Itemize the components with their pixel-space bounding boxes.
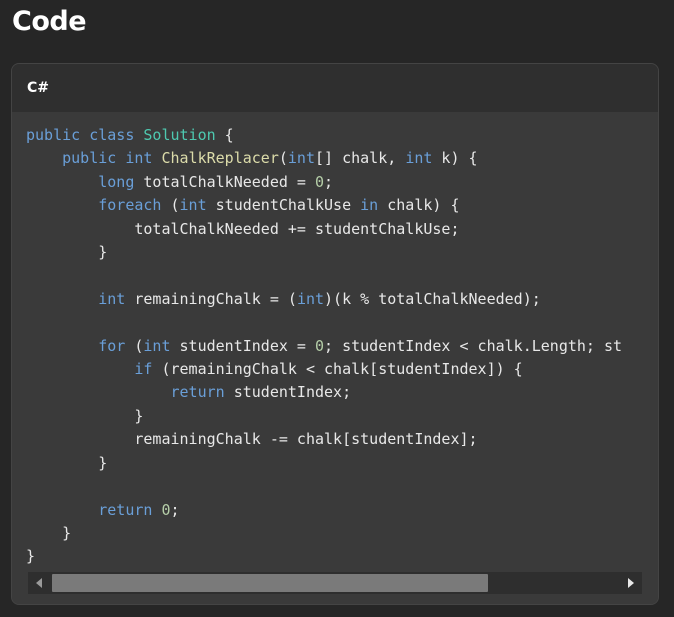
code-token: studentIndex = bbox=[170, 336, 315, 355]
code-token: int bbox=[143, 336, 171, 355]
code-token: int bbox=[98, 289, 126, 308]
code-line: if (remainingChalk < chalk[studentIndex]… bbox=[26, 360, 523, 379]
code-token: int bbox=[125, 149, 153, 168]
code-token: 0 bbox=[315, 336, 325, 355]
code-token: ; studentIndex < chalk.Length; st bbox=[324, 336, 623, 355]
code-token: ; bbox=[170, 500, 180, 519]
code-line: } bbox=[26, 524, 71, 542]
code-token: totalChalkNeeded += studentChalkUse; bbox=[26, 219, 460, 238]
code-token: ChalkReplacer bbox=[161, 149, 279, 168]
code-token: for bbox=[98, 336, 126, 355]
code-line: } bbox=[26, 407, 143, 425]
code-token: int bbox=[405, 149, 433, 168]
code-token: Solution bbox=[143, 126, 216, 144]
code-line: } bbox=[26, 454, 107, 472]
code-token: 0 bbox=[161, 500, 171, 519]
code-token: (remainingChalk < chalk[studentIndex]) { bbox=[152, 360, 523, 379]
code-token: class bbox=[89, 126, 135, 144]
code-token: } bbox=[26, 406, 144, 425]
code-token: remainingChalk -= chalk[studentIndex]; bbox=[26, 430, 478, 449]
code-content[interactable]: public class Solution { public int Chalk… bbox=[12, 112, 658, 569]
code-line: int remainingChalk = (int)(k % totalChal… bbox=[26, 290, 541, 308]
code-token: if bbox=[134, 360, 153, 379]
code-token: studentIndex; bbox=[224, 383, 352, 402]
code-line: return 0; bbox=[26, 500, 180, 519]
code-card: C# public class Solution { public int Ch… bbox=[11, 63, 659, 605]
scroll-right-icon bbox=[628, 578, 634, 588]
code-token: } bbox=[26, 523, 72, 542]
horizontal-scrollbar[interactable] bbox=[28, 572, 642, 594]
code-token: int bbox=[287, 149, 315, 168]
code-line: long totalChalkNeeded = 0; bbox=[26, 173, 333, 191]
scroll-left-button[interactable] bbox=[28, 572, 50, 594]
code-token: totalChalkNeeded = bbox=[134, 172, 315, 191]
code-token: )(k % totalChalkNeeded); bbox=[324, 289, 541, 308]
code-header: C# bbox=[12, 64, 658, 112]
code-token: ( bbox=[125, 336, 144, 355]
code-token: in bbox=[360, 196, 379, 215]
page-title: Code bbox=[12, 6, 87, 37]
code-token: int bbox=[296, 289, 325, 308]
code-token: } bbox=[26, 453, 108, 472]
code-token: public bbox=[26, 126, 81, 144]
code-scroll-area[interactable]: public class Solution { public int Chalk… bbox=[12, 112, 658, 576]
language-label: C# bbox=[27, 80, 50, 96]
code-token: long bbox=[98, 172, 135, 191]
code-token: ; bbox=[324, 172, 334, 191]
code-token: { bbox=[215, 126, 234, 144]
code-line: totalChalkNeeded += studentChalkUse; bbox=[26, 220, 459, 238]
code-token: int bbox=[179, 196, 207, 215]
code-token: return bbox=[170, 383, 225, 402]
code-token: public bbox=[62, 149, 117, 168]
code-line: foreach (int studentChalkUse in chalk) { bbox=[26, 196, 460, 215]
code-line: public class Solution { bbox=[26, 126, 234, 144]
scrollbar-thumb[interactable] bbox=[52, 574, 488, 592]
scroll-right-button[interactable] bbox=[620, 572, 642, 594]
code-line: } bbox=[26, 243, 107, 261]
code-token: } bbox=[26, 547, 36, 566]
code-token: return bbox=[98, 500, 153, 519]
code-token: remainingChalk = ( bbox=[125, 289, 297, 308]
code-token: ( bbox=[278, 149, 288, 168]
code-line: return studentIndex; bbox=[26, 383, 352, 402]
code-token: } bbox=[26, 243, 108, 262]
code-token: ( bbox=[161, 196, 180, 215]
code-page: Code C# public class Solution { public i… bbox=[0, 0, 674, 617]
scroll-left-icon bbox=[36, 578, 42, 588]
code-line: public int ChalkReplacer(int[] chalk, in… bbox=[26, 149, 478, 168]
code-token: 0 bbox=[315, 172, 325, 191]
code-line: } bbox=[26, 547, 35, 565]
code-token: chalk) { bbox=[378, 196, 460, 215]
code-token: k) { bbox=[432, 149, 478, 168]
code-body[interactable]: public class Solution { public int Chalk… bbox=[12, 112, 658, 604]
code-token: foreach bbox=[98, 196, 162, 215]
code-token: [] chalk, bbox=[315, 149, 406, 168]
code-line: remainingChalk -= chalk[studentIndex]; bbox=[26, 430, 478, 449]
code-token: studentChalkUse bbox=[206, 196, 361, 215]
code-line: for (int studentIndex = 0; studentIndex … bbox=[26, 337, 622, 355]
